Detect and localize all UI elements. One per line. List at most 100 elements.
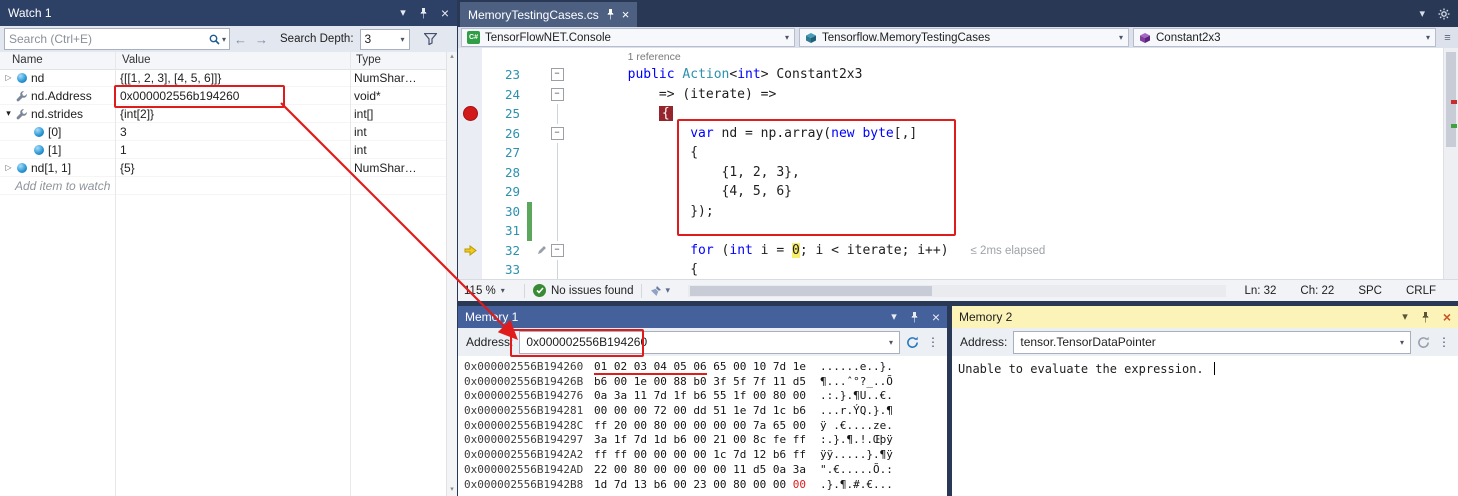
gear-icon[interactable] — [1438, 8, 1450, 20]
scroll-down-icon[interactable]: ▾ — [447, 485, 457, 495]
codelens-row[interactable]: 1 reference — [458, 48, 1444, 65]
window-position-chevron-icon[interactable]: ▾ — [400, 8, 406, 19]
filter-icon[interactable] — [424, 33, 437, 45]
code-text[interactable]: }); — [565, 202, 1444, 222]
project-dropdown[interactable]: C# TensorFlowNET.Console ▾ — [461, 28, 795, 47]
expander-collapsed-icon[interactable]: ▷ — [2, 163, 15, 172]
status-indent-mode[interactable]: SPC — [1358, 285, 1382, 297]
scrollbar-thumb[interactable] — [690, 286, 932, 296]
doc-list-chevron-icon[interactable]: ▾ — [1419, 7, 1425, 20]
code-line[interactable]: 26− var nd = np.array(new byte[,] — [458, 124, 1444, 144]
code-text[interactable]: var nd = np.array(new byte[,] — [565, 124, 1444, 144]
pin-icon[interactable] — [1421, 312, 1430, 323]
scroll-up-icon[interactable]: ▴ — [450, 53, 454, 60]
memory1-address-combobox[interactable]: 0x000002556B194260 ▾ — [519, 331, 900, 354]
breakpoint-margin[interactable] — [458, 48, 482, 65]
code-line[interactable]: 23− public Action<int> Constant2x3 — [458, 65, 1444, 85]
code-text[interactable]: {4, 5, 6} — [565, 182, 1444, 202]
search-input[interactable] — [5, 31, 209, 47]
breakpoint-margin[interactable] — [458, 104, 482, 124]
column-divider[interactable] — [115, 52, 116, 496]
breakpoint-margin[interactable] — [458, 124, 482, 144]
toolbar-overflow-icon[interactable]: ⋮ — [1438, 335, 1450, 349]
refresh-icon[interactable] — [906, 336, 919, 349]
search-prev-icon[interactable]: ← — [234, 32, 247, 47]
refresh-icon[interactable] — [1417, 336, 1430, 349]
code-text[interactable]: => (iterate) => — [565, 85, 1444, 105]
column-header-name[interactable]: Name — [12, 54, 43, 66]
code-text[interactable]: for (int i = 0; i < iterate; i++)≤ 2ms e… — [565, 241, 1444, 261]
breakpoint-margin[interactable] — [458, 163, 482, 183]
code-line[interactable]: 31 — [458, 221, 1444, 241]
window-position-chevron-icon[interactable]: ▾ — [1402, 312, 1408, 323]
pin-icon[interactable] — [910, 312, 919, 323]
watch-scrollbar[interactable]: ▴▾ — [446, 52, 457, 496]
expander-collapsed-icon[interactable]: ▷ — [2, 73, 15, 82]
column-divider[interactable] — [350, 52, 351, 496]
toolbar-overflow-icon[interactable]: ⋮ — [927, 335, 939, 349]
close-icon[interactable]: × — [441, 6, 449, 20]
tab-close-icon[interactable]: × — [622, 8, 630, 21]
code-line[interactable]: 27 { — [458, 143, 1444, 163]
close-icon[interactable]: × — [1443, 310, 1451, 324]
code-text[interactable]: public Action<int> Constant2x3 — [565, 65, 1444, 85]
search-options-chevron-icon[interactable]: ▾ — [222, 35, 226, 44]
code-line[interactable]: 29 {4, 5, 6} — [458, 182, 1444, 202]
watch-row[interactable]: ▷nd{[[1, 2, 3], [4, 5, 6]]}NumShar… — [0, 69, 447, 87]
breakpoint-margin[interactable] — [458, 241, 482, 261]
breakpoint-margin[interactable] — [458, 143, 482, 163]
editor-horizontal-scrollbar[interactable] — [688, 285, 1226, 297]
status-line[interactable]: Ln: 32 — [1244, 285, 1276, 297]
watch-row[interactable]: ▾nd.strides{int[2]}int[] — [0, 105, 447, 123]
search-icon[interactable] — [209, 34, 220, 45]
code-text[interactable] — [565, 221, 1444, 241]
memory2-message-area[interactable]: Unable to evaluate the expression. — [952, 356, 1458, 496]
fold-collapse-icon[interactable]: − — [551, 88, 564, 101]
code-area[interactable]: 1 reference23− public Action<int> Consta… — [458, 48, 1444, 280]
column-header-type[interactable]: Type — [356, 54, 381, 66]
status-column[interactable]: Ch: 22 — [1300, 285, 1334, 297]
search-box[interactable]: ▾ — [4, 28, 230, 50]
fold-collapse-icon[interactable]: − — [551, 244, 564, 257]
tab-memorytestingcases[interactable]: MemoryTestingCases.cs × — [460, 2, 637, 27]
code-line[interactable]: 32− for (int i = 0; i < iterate; i++)≤ 2… — [458, 241, 1444, 261]
expander-expanded-icon[interactable]: ▾ — [2, 108, 15, 119]
code-text[interactable]: {1, 2, 3}, — [565, 163, 1444, 183]
editor-vertical-scrollbar[interactable] — [1443, 48, 1458, 280]
code-line[interactable]: 25 { — [458, 104, 1444, 124]
code-cleanup-icon[interactable]: ▾ — [650, 285, 670, 297]
tab-pin-icon[interactable] — [606, 9, 615, 20]
breakpoint-margin[interactable] — [458, 65, 482, 85]
code-line[interactable]: 30 }); — [458, 202, 1444, 222]
class-dropdown[interactable]: Tensorflow.MemoryTestingCases ▾ — [799, 28, 1129, 47]
breakpoint-margin[interactable] — [458, 202, 482, 222]
watch-row[interactable]: nd.Address0x000002556b194260void* — [0, 87, 447, 105]
fold-collapse-icon[interactable]: − — [551, 68, 564, 81]
window-position-chevron-icon[interactable]: ▾ — [891, 312, 897, 323]
code-text[interactable]: 1 reference — [565, 48, 1444, 65]
memory1-hex-area[interactable]: 0x000002556B19426001 02 03 04 05 06 65 0… — [458, 356, 947, 496]
code-line[interactable]: 28 {1, 2, 3}, — [458, 163, 1444, 183]
breakpoint-icon[interactable] — [463, 106, 478, 121]
navbar-overflow-icon[interactable]: ≡ — [1440, 32, 1455, 44]
document-health-indicator[interactable]: No issues found — [533, 284, 633, 297]
watch-row[interactable]: ▷nd[1, 1]{5}NumShar… — [0, 159, 447, 177]
code-text[interactable]: { — [565, 104, 1444, 124]
code-text[interactable]: { — [565, 143, 1444, 163]
search-depth-select[interactable]: 3 ▾ — [360, 29, 410, 50]
memory2-address-combobox[interactable]: tensor.TensorDataPointer ▾ — [1013, 331, 1411, 354]
code-line[interactable]: 24− => (iterate) => — [458, 85, 1444, 105]
close-icon[interactable]: × — [932, 310, 940, 324]
watch-row[interactable]: Add item to watch — [0, 177, 447, 195]
breakpoint-margin[interactable] — [458, 182, 482, 202]
pin-icon[interactable] — [419, 8, 428, 19]
code-line[interactable]: 33 { — [458, 260, 1444, 280]
fold-collapse-icon[interactable]: − — [551, 127, 564, 140]
watch-row[interactable]: [1]1int — [0, 141, 447, 159]
method-dropdown[interactable]: Constant2x3 ▾ — [1133, 28, 1436, 47]
zoom-select[interactable]: 115 % ▾ — [464, 285, 516, 297]
status-line-ending[interactable]: CRLF — [1406, 285, 1436, 297]
code-text[interactable]: { — [565, 260, 1444, 280]
column-header-value[interactable]: Value — [122, 54, 151, 66]
watch-row[interactable]: [0]3int — [0, 123, 447, 141]
